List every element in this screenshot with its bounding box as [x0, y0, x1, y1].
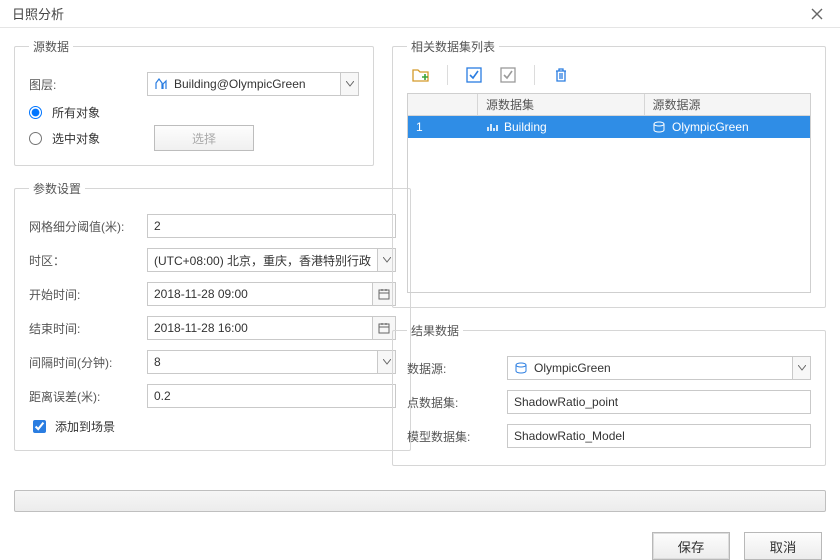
end-input[interactable]	[147, 316, 372, 340]
point-input[interactable]	[507, 390, 811, 414]
selected-objects-radio[interactable]	[29, 132, 42, 145]
add-to-scene-checkbox[interactable]	[33, 420, 46, 433]
related-list-table: 源数据集 源数据源 1BuildingOlympicGreen	[407, 93, 811, 293]
check-all-button[interactable]	[462, 63, 486, 87]
chevron-down-icon[interactable]	[792, 357, 810, 379]
dist-input[interactable]	[147, 384, 396, 408]
point-label: 点数据集:	[407, 394, 507, 411]
titlebar: 日照分析	[0, 0, 840, 28]
save-button[interactable]: 保存	[652, 532, 730, 560]
close-icon	[811, 8, 823, 20]
tz-combo-text: (UTC+08:00) 北京，重庆，香港特别行政	[154, 252, 371, 269]
start-input[interactable]	[147, 282, 372, 306]
table-col-datasource: 源数据源	[645, 94, 811, 115]
datasource-icon	[514, 362, 528, 374]
progress-bar	[14, 490, 826, 512]
result-ds-label: 数据源:	[407, 360, 507, 377]
source-data-group: 源数据 图层: Building@OlympicGreen	[14, 38, 374, 166]
table-col-index	[408, 94, 478, 115]
uncheck-all-button[interactable]	[496, 63, 520, 87]
add-to-scene-label: 添加到场景	[55, 418, 115, 435]
interval-combo-text: 8	[154, 355, 161, 369]
bars-icon	[486, 121, 498, 133]
layer-combo-text: Building@OlympicGreen	[174, 77, 306, 91]
all-objects-label: 所有对象	[52, 104, 100, 121]
layer-label: 图层:	[29, 76, 147, 93]
row-datasource: OlympicGreen	[644, 116, 810, 138]
related-list-group: 相关数据集列表 源数据集	[392, 38, 826, 308]
interval-combo[interactable]: 8	[147, 350, 396, 374]
related-list-legend: 相关数据集列表	[407, 38, 499, 55]
toolbar-divider	[534, 65, 535, 85]
dist-label: 距离误差(米):	[29, 388, 147, 405]
grid-label: 网格细分阈值(米):	[29, 218, 147, 235]
trash-icon	[554, 67, 568, 83]
tz-label: 时区：	[29, 252, 147, 269]
result-group: 结果数据 数据源: OlympicGreen	[392, 322, 826, 466]
row-index: 1	[408, 116, 478, 138]
interval-label: 间隔时间(分钟):	[29, 354, 147, 371]
selected-objects-label: 选中对象	[52, 130, 148, 147]
close-button[interactable]	[802, 2, 832, 26]
all-objects-radio[interactable]	[29, 106, 42, 119]
result-ds-text: OlympicGreen	[534, 361, 611, 375]
add-folder-icon	[412, 67, 430, 83]
chevron-down-icon[interactable]	[340, 73, 358, 95]
datasource-icon	[652, 121, 666, 133]
layer-combo[interactable]: Building@OlympicGreen	[147, 72, 359, 96]
params-group: 参数设置 网格细分阈值(米): 时区： (UTC+08:00) 北京，重庆，香港…	[14, 180, 411, 451]
table-col-dataset: 源数据集	[478, 94, 645, 115]
table-row[interactable]: 1BuildingOlympicGreen	[408, 116, 810, 138]
check-outline-icon	[500, 67, 516, 83]
cancel-button[interactable]: 取消	[744, 532, 822, 560]
add-button[interactable]	[409, 63, 433, 87]
result-legend: 结果数据	[407, 322, 463, 339]
params-legend: 参数设置	[29, 180, 85, 197]
delete-button[interactable]	[549, 63, 573, 87]
footer: 保存 取消	[0, 512, 840, 560]
row-dataset: Building	[478, 116, 644, 138]
related-list-toolbar	[407, 61, 811, 93]
calendar-icon	[378, 288, 390, 300]
table-body: 1BuildingOlympicGreen	[408, 116, 810, 292]
building-icon	[154, 77, 168, 91]
check-icon	[466, 67, 482, 83]
end-label: 结束时间:	[29, 320, 147, 337]
source-data-legend: 源数据	[29, 38, 73, 55]
result-ds-combo[interactable]: OlympicGreen	[507, 356, 811, 380]
grid-input[interactable]	[147, 214, 396, 238]
start-label: 开始时间:	[29, 286, 147, 303]
toolbar-divider	[447, 65, 448, 85]
calendar-icon	[378, 322, 390, 334]
table-head: 源数据集 源数据源	[408, 94, 810, 116]
select-button[interactable]: 选择	[154, 125, 254, 151]
window-title: 日照分析	[12, 4, 802, 23]
tz-combo[interactable]: (UTC+08:00) 北京，重庆，香港特别行政	[147, 248, 396, 272]
model-label: 模型数据集:	[407, 428, 507, 445]
model-input[interactable]	[507, 424, 811, 448]
